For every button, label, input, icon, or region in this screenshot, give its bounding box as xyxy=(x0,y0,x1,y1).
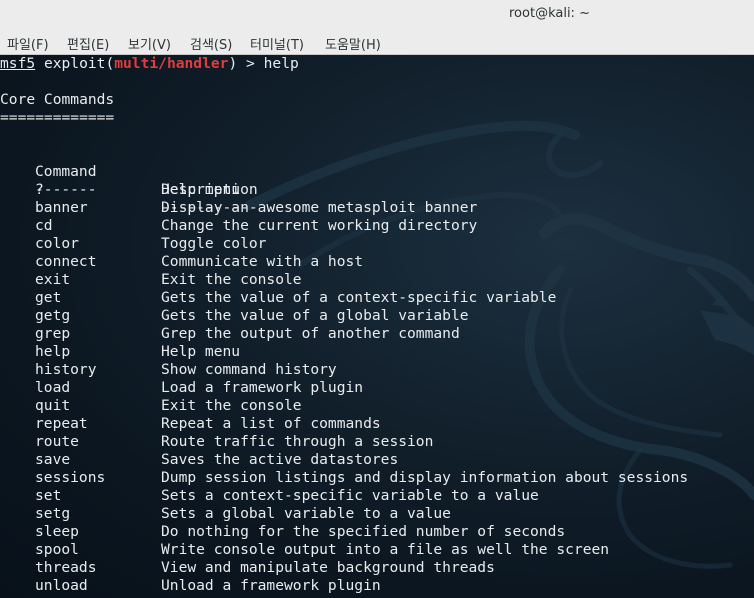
table-row: save Saves the active datastores xyxy=(0,451,754,469)
table-header: Command Description xyxy=(0,145,754,198)
table-row: color Toggle color xyxy=(0,235,754,253)
row-command: threads xyxy=(35,559,97,576)
table-row: ? Help menu xyxy=(0,181,754,199)
table-header-underline: ------- ----------- xyxy=(0,163,754,216)
table-row: set Sets a context-specific variable to a… xyxy=(0,487,754,505)
row-description: Write console output into a file as well… xyxy=(161,541,610,558)
table-row: threads View and manipulate background th… xyxy=(0,559,754,577)
row-command: setg xyxy=(35,505,71,522)
table-row: cd Change the current working directory xyxy=(0,217,754,235)
section-title: Core Commands xyxy=(0,91,115,108)
menu-view[interactable]: 보기(V) xyxy=(128,34,171,53)
menu-edit[interactable]: 편집(E) xyxy=(67,34,109,53)
row-command: color xyxy=(35,235,79,252)
table-row: quit Exit the console xyxy=(0,397,754,415)
table-row: grep Grep the output of another command xyxy=(0,325,754,343)
table-row: sleep Do nothing for the specified number… xyxy=(0,523,754,541)
prompt-exploit: exploit( xyxy=(35,55,115,72)
prompt-close: ) > xyxy=(228,55,264,72)
row-description: Display an awesome metasploit banner xyxy=(161,199,478,216)
prompt-msf: msf5 xyxy=(0,55,36,72)
prompt-module: multi/handler xyxy=(114,55,229,72)
table-row: connect Communicate with a host xyxy=(0,253,754,271)
table-row: getg Gets the value of a global variable xyxy=(0,307,754,325)
row-command: spool xyxy=(35,541,79,558)
terminal-output: msf5 exploit(multi/handler) > help Core … xyxy=(0,55,754,595)
row-description: Unload a framework plugin xyxy=(161,577,381,594)
row-description: Load a framework plugin xyxy=(161,379,364,396)
terminal-window: root@kali: ~ 파일(F) 편집(E) 보기(V) 검색(S) 터미널… xyxy=(0,0,754,598)
table-row: get Gets the value of a context-specific … xyxy=(0,289,754,307)
menu-search[interactable]: 검색(S) xyxy=(190,34,232,53)
row-command: quit xyxy=(35,397,71,414)
table-row: setg Sets a global variable to a value xyxy=(0,505,754,523)
row-command: sessions xyxy=(35,469,106,486)
window-title: root@kali: ~ xyxy=(509,6,590,21)
section-underline: ============= xyxy=(0,109,115,126)
row-description: Change the current working directory xyxy=(161,217,478,234)
typed-command: help xyxy=(263,55,299,72)
row-command: route xyxy=(35,433,79,450)
menu-terminal[interactable]: 터미널(T) xyxy=(250,34,304,53)
menu-bar: 파일(F) 편집(E) 보기(V) 검색(S) 터미널(T) 도움말(H) xyxy=(0,30,754,55)
row-description: Sets a global variable to a value xyxy=(161,505,451,522)
table-row: load Load a framework plugin xyxy=(0,379,754,397)
table-row: route Route traffic through a session xyxy=(0,433,754,451)
table-row: unload Unload a framework plugin xyxy=(0,577,754,595)
row-description: Sets a context-specific variable to a va… xyxy=(161,487,539,504)
row-command: sleep xyxy=(35,523,79,540)
row-description: Gets the value of a context-specific var… xyxy=(161,289,557,306)
row-command: cd xyxy=(35,217,53,234)
row-command: grep xyxy=(35,325,71,342)
row-description: View and manipulate background threads xyxy=(161,559,495,576)
table-row: banner Display an awesome metasploit bann… xyxy=(0,199,754,217)
table-row: help Help menu xyxy=(0,343,754,361)
table-row: history Show command history xyxy=(0,361,754,379)
row-command: connect xyxy=(35,253,97,270)
row-description: Help menu xyxy=(161,343,241,360)
row-description: Dump session listings and display inform… xyxy=(161,469,689,486)
row-command: banner xyxy=(35,199,88,216)
row-description: Do nothing for the specified number of s… xyxy=(161,523,566,540)
row-command: save xyxy=(35,451,71,468)
row-command: load xyxy=(35,379,71,396)
row-description: Grep the output of another command xyxy=(161,325,460,342)
row-description: Exit the console xyxy=(161,397,302,414)
row-description: Toggle color xyxy=(161,235,267,252)
row-description: Repeat a list of commands xyxy=(161,415,381,432)
row-command: getg xyxy=(35,307,71,324)
menu-help[interactable]: 도움말(H) xyxy=(325,34,381,53)
row-command: unload xyxy=(35,577,88,594)
row-command: ? xyxy=(35,181,44,198)
row-description: Gets the value of a global variable xyxy=(161,307,469,324)
command-table: ? Help menu banner Display an awesome metas… xyxy=(0,181,754,595)
row-description: Route traffic through a session xyxy=(161,433,434,450)
row-description: Saves the active datastores xyxy=(161,451,399,468)
row-command: get xyxy=(35,289,62,306)
table-row: sessions Dump session listings and displa… xyxy=(0,469,754,487)
row-command: repeat xyxy=(35,415,88,432)
row-description: Communicate with a host xyxy=(161,253,364,270)
terminal-area[interactable]: msf5 exploit(multi/handler) > help Core … xyxy=(0,55,754,598)
row-command: exit xyxy=(35,271,71,288)
row-description: Help menu xyxy=(161,181,241,198)
table-row: repeat Repeat a list of commands xyxy=(0,415,754,433)
prompt-line: msf5 exploit(multi/handler) > help xyxy=(0,55,754,73)
row-description: Exit the console xyxy=(161,271,302,288)
table-row: spool Write console output into a file as… xyxy=(0,541,754,559)
row-command: history xyxy=(35,361,97,378)
row-description: Show command history xyxy=(161,361,337,378)
table-row: exit Exit the console xyxy=(0,271,754,289)
menu-file[interactable]: 파일(F) xyxy=(7,34,49,53)
row-command: set xyxy=(35,487,62,504)
title-bar[interactable]: root@kali: ~ xyxy=(0,0,754,30)
row-command: help xyxy=(35,343,71,360)
